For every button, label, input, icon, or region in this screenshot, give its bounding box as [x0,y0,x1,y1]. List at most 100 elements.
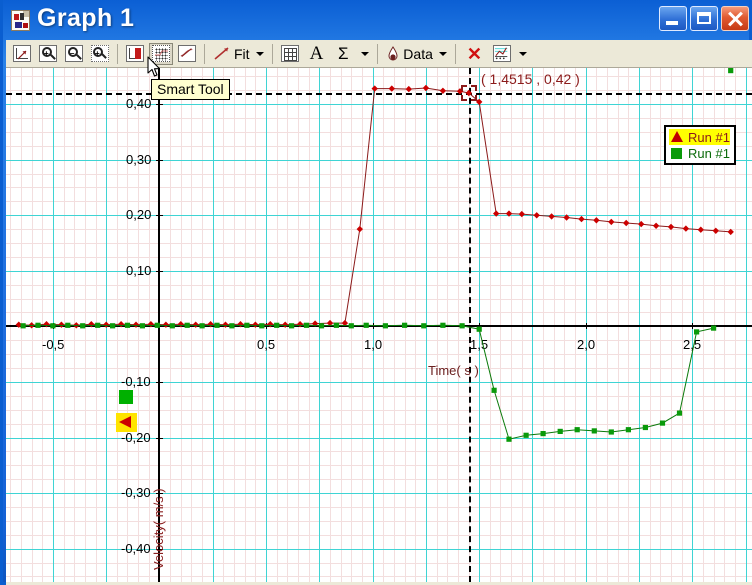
data-point [65,322,71,328]
data-point [533,212,540,219]
statistics-dropdown-arrow[interactable] [357,41,373,66]
text-annotation-button[interactable]: A [303,42,330,65]
zoom-out-button[interactable]: – [62,42,86,65]
data-point [154,322,160,328]
yellow-triangle-marker[interactable] [116,413,137,432]
data-point [58,321,65,328]
data-point [578,215,585,223]
data-point [139,323,145,329]
data-point [162,321,170,328]
data-point [222,321,229,328]
scale-lock-button[interactable] [123,42,147,65]
data-point [132,321,140,328]
slope-tool-button[interactable] [175,42,199,65]
chevron-down-icon[interactable] [438,51,447,56]
legend-label: Run #1 [688,129,730,145]
graph-settings-dropdown-arrow[interactable] [515,41,531,66]
data-point [333,322,339,328]
data-point [88,321,95,328]
data-point [625,427,631,433]
chevron-down-icon[interactable] [255,51,264,56]
data-point [117,321,125,328]
data-point [303,322,310,328]
minimize-button[interactable] [659,6,687,31]
data-point [682,225,690,232]
data-point [574,427,580,433]
smart-tool-tooltip: Smart Tool [151,79,230,100]
data-point [642,424,648,431]
window-title: Graph 1 [37,4,135,32]
data-point [593,217,600,224]
triangle-icon [669,130,685,144]
legend-item-run1-green[interactable]: Run #1 [669,145,730,161]
statistics-button[interactable]: Σ [331,42,356,65]
calculator-button[interactable] [277,42,302,65]
graph-settings-button[interactable] [489,42,514,65]
data-point [440,322,446,328]
square-icon [669,146,685,160]
data-point [124,322,131,328]
y-axis-title: Velocity( m/s ) [151,488,166,570]
data-point [43,321,50,328]
toolbar-separator [271,43,273,64]
data-point [563,214,570,221]
autoscale-button[interactable] [10,42,34,65]
autoscale-icon [13,45,31,62]
data-point [638,220,645,228]
toolbar: + – + Fit A Σ Data ✕ [6,40,752,68]
text-a-icon: A [309,43,324,64]
fit-line-icon [213,45,231,62]
data-point [103,321,110,328]
calculator-icon [280,45,299,62]
data-point [728,68,734,74]
series-line [18,87,731,326]
data-button[interactable]: Data [383,42,450,65]
fit-button[interactable]: Fit [210,42,267,65]
close-button[interactable] [721,6,749,31]
data-button-label: Data [403,45,433,62]
legend[interactable]: Run #1 Run #1 [664,125,736,165]
data-point [199,323,205,329]
zoom-in-button[interactable]: + [36,42,60,65]
maximize-button[interactable] [690,6,718,31]
data-point [712,227,719,234]
smart-tool-crosshair-marker[interactable] [461,85,477,101]
data-drop-icon [386,45,400,62]
data-point [214,322,220,328]
data-point [296,321,304,328]
window-controls [659,6,749,34]
data-point [505,210,513,217]
data-point [694,329,700,335]
data-point [289,323,295,329]
slope-tool-icon [178,45,196,62]
fit-button-label: Fit [234,45,250,62]
data-point [388,85,395,92]
data-point [422,84,430,92]
data-point [405,85,412,93]
data-point [667,223,675,231]
legend-item-run1-red[interactable]: Run #1 [669,129,730,145]
green-square-marker[interactable] [119,390,133,404]
zoom-select-icon: + [91,45,109,62]
data-point [402,322,408,328]
mouse-cursor-icon [147,56,161,77]
data-point [493,210,500,217]
data-point [348,323,354,329]
data-point [95,322,101,328]
toolbar-separator [377,43,379,64]
zoom-select-button[interactable]: + [88,42,112,65]
data-point [371,85,378,92]
data-point [184,322,190,328]
data-point [608,218,615,226]
x-axis-title: Time( s ) [428,363,479,378]
legend-label: Run #1 [688,145,730,161]
data-point [711,325,717,331]
data-point [518,210,525,218]
data-point [50,323,56,329]
graph-settings-icon [492,45,511,62]
data-point [229,323,235,329]
plot-area[interactable]: 0,40 0,30 0,20 0,10 -0,10 -0,20 -0,30 -0,40 -0,5… [6,68,752,582]
remove-button[interactable]: ✕ [460,42,488,65]
data-point [459,323,465,329]
graph-window: Graph 1 + – + Fit A Σ Data ✕ 0,40 0,30 0… [0,0,752,585]
